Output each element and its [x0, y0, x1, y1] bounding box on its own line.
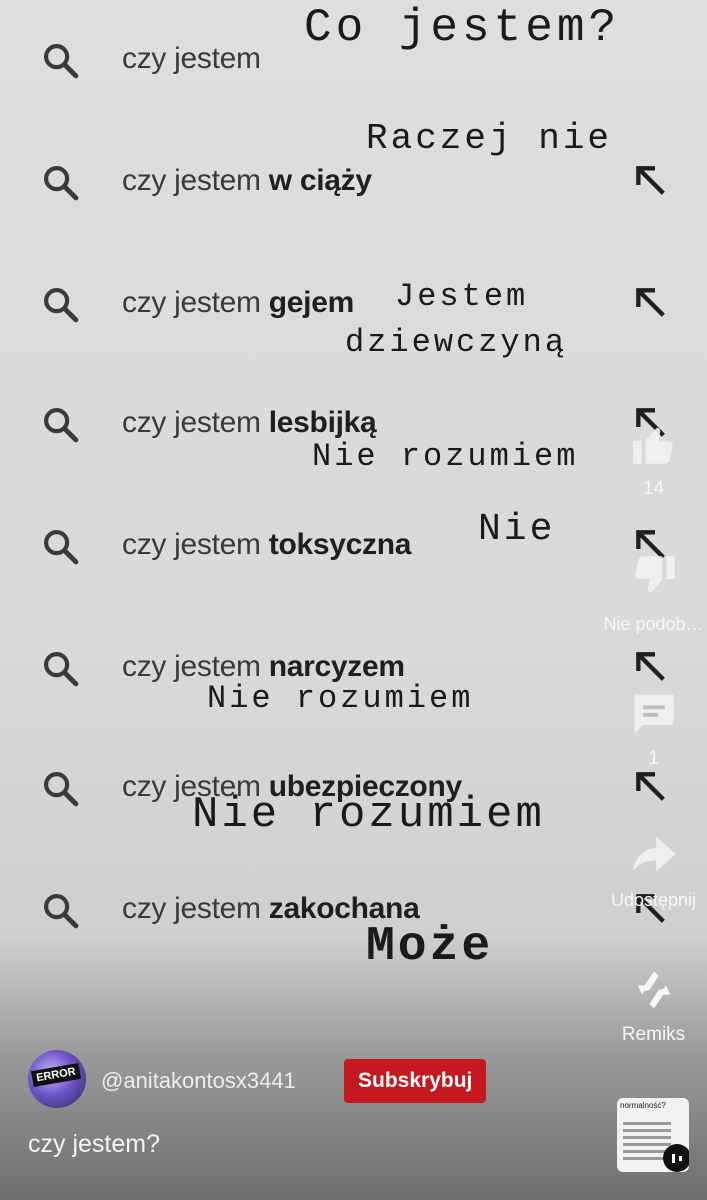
remix-button[interactable]: Remiks	[600, 962, 707, 1046]
search-icon	[44, 166, 79, 201]
channel-avatar[interactable]: ERROR	[28, 1050, 86, 1108]
arrow-up-left-icon[interactable]	[630, 282, 670, 322]
overlay-text: Jestem	[395, 278, 529, 315]
comments-count: 1	[648, 748, 659, 769]
comment-icon	[634, 694, 673, 734]
channel-info: ERROR @anitakontosx3441 Subskrybuj	[28, 1050, 588, 1110]
suggestion-text: czy jestem gejem	[122, 286, 354, 320]
suggestion-prefix: czy jestem	[122, 164, 261, 197]
suggestion-text: czy jestem w ciąży	[122, 164, 372, 198]
suggestion-row[interactable]: czy jestem gejem	[0, 272, 707, 332]
remix-icon	[637, 971, 670, 1009]
suggestion-completion: toksyczna	[268, 528, 412, 561]
search-icon	[44, 652, 79, 687]
search-icon	[44, 894, 79, 929]
arrow-up-left-icon[interactable]	[630, 646, 670, 686]
overlay-text: Nie rozumiem	[207, 680, 474, 717]
arrow-up-left-icon[interactable]	[630, 766, 670, 806]
like-count: 14	[642, 478, 665, 499]
overlay-text: Raczej nie	[366, 118, 613, 159]
search-icon	[44, 288, 79, 323]
search-icon	[44, 772, 79, 807]
overlay-text: Nie	[478, 508, 556, 551]
suggestion-completion: lesbijką	[268, 406, 377, 439]
suggestion-prefix: czy jestem	[122, 42, 261, 75]
video-caption[interactable]: czy jestem?	[28, 1130, 160, 1159]
suggestion-prefix: czy jestem	[122, 650, 261, 683]
suggestion-prefix: czy jestem	[122, 892, 261, 925]
share-label: Udostępnij	[610, 890, 697, 910]
like-button[interactable]: 14	[600, 420, 707, 500]
suggestion-text: czy jestem toksyczna	[122, 528, 411, 562]
overlay-text: Może	[366, 920, 494, 974]
dislike-button[interactable]: Nie podob…	[600, 550, 707, 635]
channel-handle[interactable]: @anitakontosx3441	[101, 1068, 296, 1094]
sound-thumbnail[interactable]: normalność?	[617, 1098, 689, 1172]
suggestion-completion: gejem	[268, 286, 355, 319]
suggestion-completion: w ciąży	[268, 164, 372, 197]
avatar-label: ERROR	[30, 1062, 82, 1088]
overlay-text: Nie rozumiem	[192, 790, 545, 840]
suggestion-text: czy jestem lesbijką	[122, 406, 377, 440]
suggestion-prefix: czy jestem	[122, 528, 261, 561]
suggestion-prefix: czy jestem	[122, 286, 261, 319]
suggestion-text: czy jestem narcyzem	[122, 650, 405, 684]
suggestion-row[interactable]: czy jestem w ciąży	[0, 150, 707, 210]
search-icon	[44, 44, 79, 79]
subscribe-button[interactable]: Subskrybuj	[344, 1059, 487, 1103]
thumbs-up-icon	[632, 427, 673, 464]
audio-icon	[663, 1144, 689, 1172]
overlay-text: Nie rozumiem	[312, 438, 579, 475]
search-icon	[44, 408, 79, 443]
share-arrow-icon	[631, 836, 676, 872]
suggestion-text: czy jestem	[122, 42, 261, 76]
search-icon	[44, 530, 79, 565]
thumbs-down-icon	[634, 556, 675, 593]
comments-button[interactable]: 1	[600, 688, 707, 770]
share-button[interactable]: Udostępnij	[600, 828, 707, 911]
remix-label: Remiks	[621, 1024, 686, 1045]
thumbnail-title: normalność?	[620, 1101, 666, 1110]
dislike-label: Nie podob…	[603, 614, 704, 634]
overlay-text: Co jestem?	[304, 2, 621, 54]
suggestion-completion: narcyzem	[268, 650, 405, 683]
suggestion-prefix: czy jestem	[122, 406, 261, 439]
arrow-up-left-icon[interactable]	[630, 160, 670, 200]
overlay-text: dziewczyną	[345, 324, 568, 361]
